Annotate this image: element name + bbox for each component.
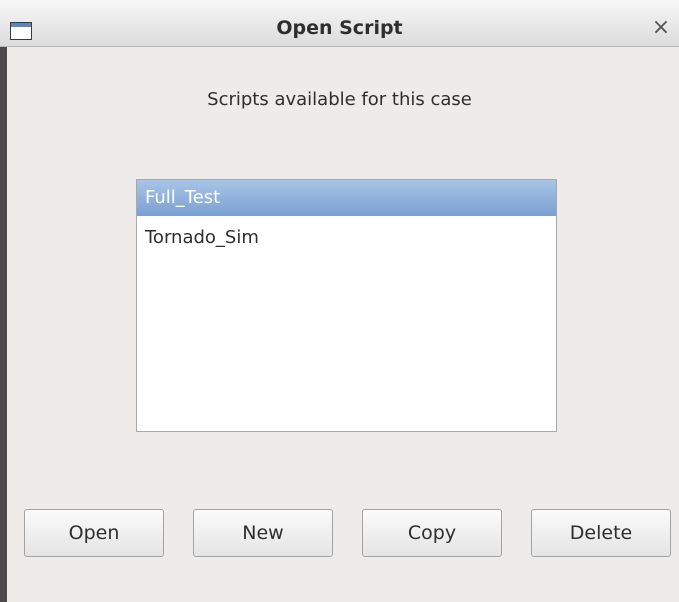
open-button[interactable]: Open (24, 509, 164, 557)
open-script-dialog: Open Script × Scripts available for this… (0, 0, 679, 602)
window-title: Open Script (276, 17, 403, 39)
dialog-subtitle: Scripts available for this case (207, 89, 472, 110)
list-item-full-test[interactable]: Full_Test (137, 180, 556, 216)
close-icon[interactable]: × (650, 17, 672, 39)
scripts-list[interactable]: Full_Test Tornado_Sim (136, 179, 557, 432)
delete-button[interactable]: Delete (531, 509, 671, 557)
new-button[interactable]: New (193, 509, 333, 557)
copy-button[interactable]: Copy (362, 509, 502, 557)
list-item-tornado-sim[interactable]: Tornado_Sim (137, 220, 556, 256)
title-bar[interactable]: Open Script × (0, 0, 679, 47)
